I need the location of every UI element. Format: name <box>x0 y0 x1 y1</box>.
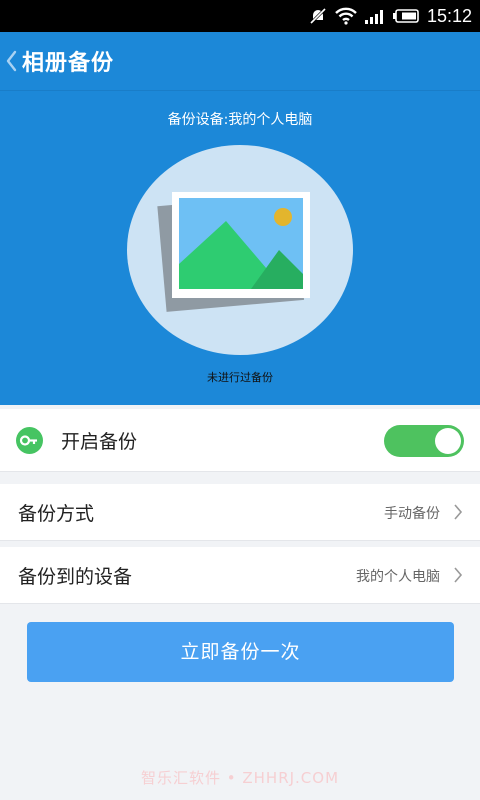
wifi-icon <box>335 7 357 25</box>
mute-icon <box>309 7 327 25</box>
backup-mode-label: 备份方式 <box>18 503 95 525</box>
backup-status-text: 未进行过备份 <box>207 371 273 384</box>
backup-mode-value: 手动备份 <box>384 506 440 522</box>
backup-now-button[interactable]: 立即备份一次 <box>27 622 454 682</box>
status-icons: 15:12 <box>309 0 472 32</box>
backup-hero: 备份设备:我的个人电脑 未进行过备份 <box>0 90 480 405</box>
page-title: 相册备份 <box>22 51 115 76</box>
watermark: 智乐汇软件 • ZHHRJ.COM <box>140 769 340 787</box>
key-badge <box>16 427 43 454</box>
status-bar: 15:12 <box>0 0 480 32</box>
app-bar: 相册备份 <box>0 32 480 90</box>
battery-icon <box>392 9 419 23</box>
status-time: 15:12 <box>426 5 472 26</box>
back-button[interactable] <box>4 49 18 73</box>
backup-device-value: 我的个人电脑 <box>356 569 440 585</box>
signal-icon <box>364 10 383 24</box>
backup-device-label: 备份设备:我的个人电脑 <box>167 112 313 128</box>
toggle-knob <box>435 428 461 454</box>
backup-device-row-label: 备份到的设备 <box>18 566 133 588</box>
chevron-right-icon <box>454 567 463 583</box>
enable-backup-row: 开启备份 <box>0 409 480 472</box>
backup-device-row[interactable]: 备份到的设备 我的个人电脑 <box>0 547 480 604</box>
enable-backup-label: 开启备份 <box>61 431 138 453</box>
enable-backup-toggle[interactable] <box>384 425 464 457</box>
chevron-right-icon <box>454 504 463 520</box>
backup-mode-row[interactable]: 备份方式 手动备份 <box>0 484 480 541</box>
key-icon <box>19 435 37 446</box>
photo-icon <box>157 192 310 312</box>
